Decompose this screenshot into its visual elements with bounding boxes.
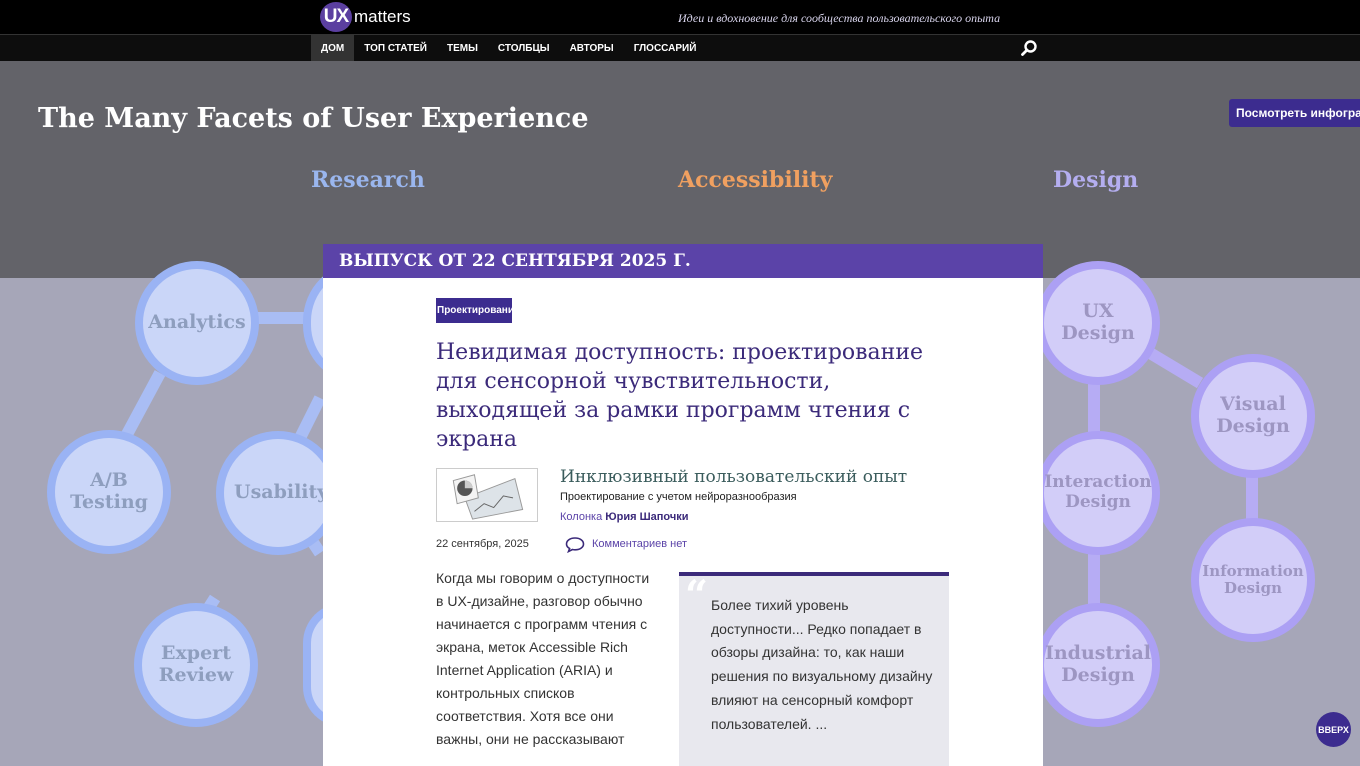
bubble-ux-line2: Design	[1061, 322, 1135, 344]
column-author: Колонка Юрия Шапочки	[560, 511, 688, 523]
column-author-name[interactable]: Юрия Шапочки	[605, 511, 688, 523]
logo-wordmark: matters	[354, 7, 411, 26]
bubble-interaction-line2: Design	[1065, 492, 1131, 512]
pull-quote-text: Более тихий уровень доступности... Редко…	[711, 597, 933, 732]
issue-header: ВЫПУСК ОТ 22 СЕНТЯБРЯ 2025 Г.	[323, 244, 1043, 278]
bubble-interaction-line1: Interaction	[1044, 472, 1152, 493]
quote-mark-icon: “	[685, 572, 709, 619]
nav-item-authors[interactable]: АВТОРЫ	[560, 35, 624, 62]
category-tag[interactable]: Проектирование	[436, 298, 512, 323]
logo-ux-badge: UX	[320, 2, 352, 32]
bubble-ux-design-label: UX Design	[1061, 300, 1135, 345]
bubble-expert-line1: Expert	[161, 642, 231, 665]
nav-item-columns[interactable]: СТОЛБЦЫ	[488, 35, 560, 62]
bubble-industrial-line1: Industrial	[1044, 642, 1152, 665]
back-to-top-button[interactable]: ВВЕРХ	[1316, 712, 1351, 747]
nav-item-home[interactable]: ДОМ	[311, 35, 355, 62]
bubble-usability-label: Usability	[234, 481, 329, 504]
bubble-ab-testing: A/B Testing	[47, 430, 171, 554]
bubble-expert-line2: Review	[158, 664, 234, 686]
publish-date: 22 сентября, 2025	[436, 538, 529, 550]
column-thumbnail[interactable]	[436, 468, 538, 522]
article-body: Когда мы говорим о доступности в UX-диза…	[436, 570, 650, 747]
site-logo[interactable]: UX matters	[320, 2, 411, 32]
bubble-analytics-label: Analytics	[148, 311, 246, 334]
facet-research: Research	[311, 167, 425, 193]
view-infographic-button[interactable]: Посмотреть инфографику	[1229, 99, 1360, 127]
bubble-ab-line1: A/B	[90, 469, 128, 492]
bubble-visual-line2: Design	[1216, 415, 1290, 437]
bubble-visual-design: Visual Design	[1191, 354, 1315, 478]
nav-item-glossary[interactable]: ГЛОССАРИЙ	[624, 35, 707, 62]
bubble-ux-design: UX Design	[1036, 261, 1160, 385]
column-author-prefix: Колонка	[560, 511, 603, 523]
bubble-visual-design-label: Visual Design	[1216, 393, 1290, 438]
search-icon[interactable]	[1020, 39, 1038, 57]
hero-title: The Many Facets of User Experience	[38, 103, 589, 134]
facet-design: Design	[1053, 167, 1139, 193]
main-nav-bar: ДОМ ТОП СТАТЕЙ ТЕМЫ СТОЛБЦЫ АВТОРЫ ГЛОСС…	[0, 34, 1360, 62]
bubble-usability: Usability	[216, 431, 340, 555]
article-card: Проектирование Невидимая доступность: пр…	[323, 278, 1043, 766]
bubble-ux-line1: UX	[1082, 300, 1114, 323]
comment-icon[interactable]	[565, 536, 585, 553]
bubble-ab-line2: Testing	[70, 491, 148, 513]
bubble-information-design-label: Information Design	[1202, 561, 1304, 598]
top-bar: UX matters Идеи и вдохновение для сообще…	[0, 0, 1360, 34]
column-title[interactable]: Инклюзивный пользовательский опыт	[560, 467, 907, 487]
bubble-information-line2: Design	[1223, 579, 1283, 597]
article-title[interactable]: Невидимая доступность: проектирование дл…	[436, 338, 926, 454]
bubble-interaction-design: Interaction Design	[1036, 431, 1160, 555]
bubble-expert-review-label: Expert Review	[158, 642, 234, 687]
nav-item-topics[interactable]: ТЕМЫ	[437, 35, 488, 62]
bubble-analytics: Analytics	[135, 261, 259, 385]
bubble-industrial-design-label: Industrial Design	[1044, 642, 1152, 687]
site-tagline: Идеи и вдохновение для сообщества пользо…	[678, 11, 1001, 25]
column-subtitle: Проектирование с учетом нейроразнообрази…	[560, 491, 797, 503]
nav-item-top-articles[interactable]: ТОП СТАТЕЙ	[354, 35, 437, 62]
bubble-interaction-design-label: Interaction Design	[1044, 473, 1151, 512]
bubble-visual-line1: Visual	[1220, 393, 1286, 416]
bubble-industrial-design: Industrial Design	[1036, 603, 1160, 727]
comments-link[interactable]: Комментариев нет	[592, 538, 687, 550]
pull-quote: “ Более тихий уровень доступности... Ред…	[679, 572, 949, 766]
bubble-information-design: Information Design	[1191, 518, 1315, 642]
bubble-ab-testing-label: A/B Testing	[70, 469, 148, 514]
bubble-information-line1: Information	[1202, 561, 1304, 580]
main-nav: ДОМ ТОП СТАТЕЙ ТЕМЫ СТОЛБЦЫ АВТОРЫ ГЛОСС…	[311, 35, 706, 62]
facet-accessibility: Accessibility	[678, 167, 833, 193]
bubble-expert-review: Expert Review	[134, 603, 258, 727]
bubble-industrial-line2: Design	[1061, 664, 1135, 686]
